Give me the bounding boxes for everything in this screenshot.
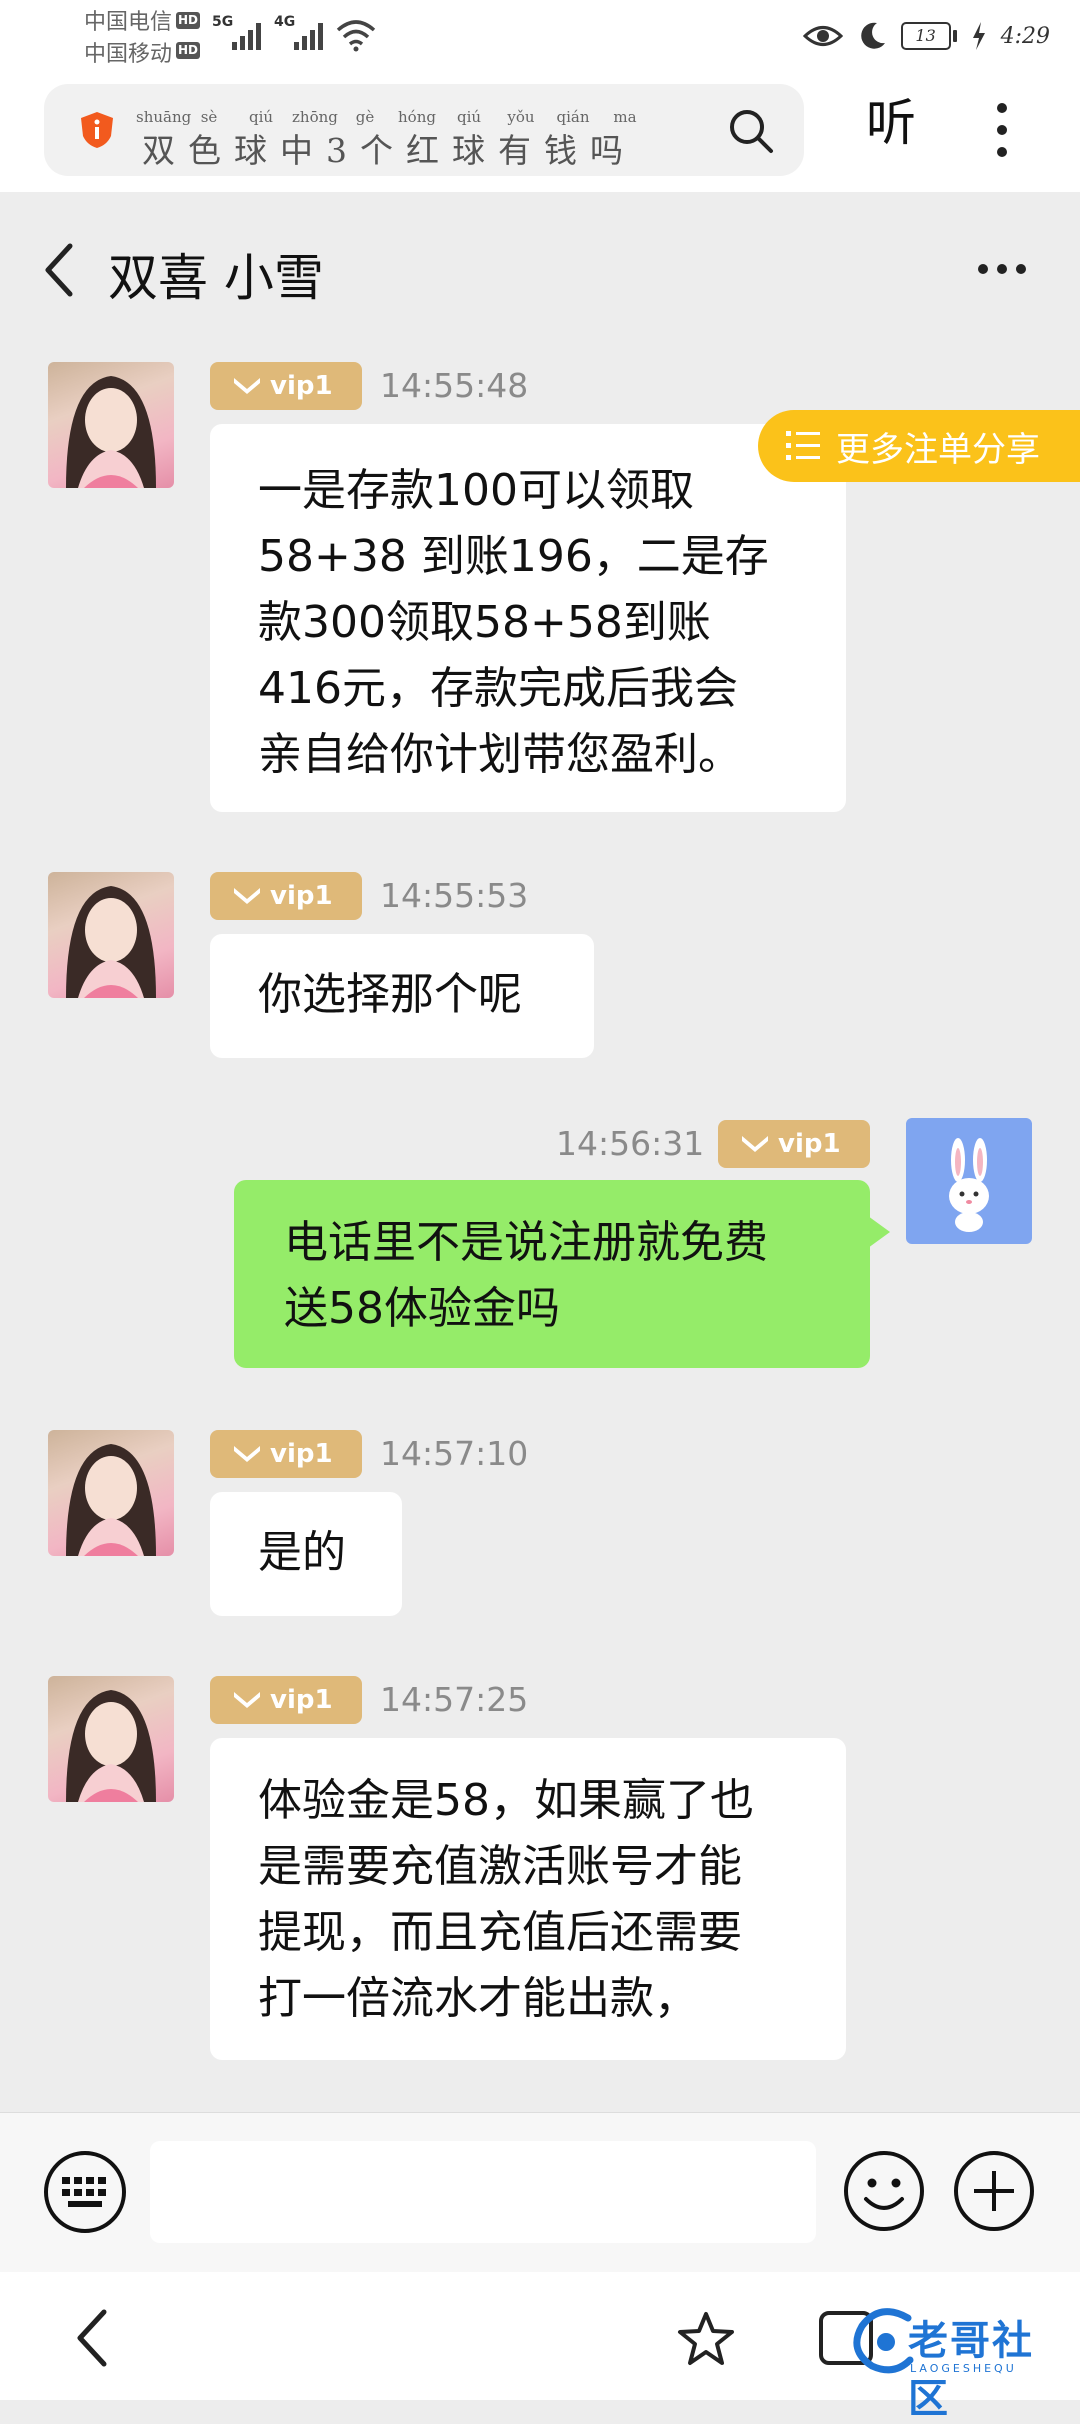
message-bubble-mine[interactable]: 电话里不是说注册就免费 送58体验金吗	[234, 1180, 890, 1368]
vip-crown-icon	[234, 378, 260, 394]
avatar-photo	[66, 1690, 156, 1802]
vip-badge: vip1	[210, 1430, 362, 1478]
avatar[interactable]	[906, 1118, 1032, 1244]
status-bar: 中国电信 中国移动 HD HD 5G 4G 13 4:29	[0, 0, 1080, 80]
search-icon[interactable]	[726, 106, 776, 156]
list-icon	[786, 431, 820, 460]
add-plus-icon[interactable]	[952, 2149, 1036, 2233]
message-time: 14:56:31	[556, 1124, 705, 1163]
battery-level: 13	[900, 22, 951, 50]
avatar-photo	[66, 376, 156, 488]
watermark-subtext: LAOGESHEQU	[910, 2362, 1017, 2375]
vip-crown-icon	[234, 1692, 260, 1708]
message-time: 14:55:48	[380, 366, 529, 405]
watermark-logo: 老哥社区 LAOGESHEQU	[850, 2300, 1070, 2422]
status-right: 13 4:29	[802, 18, 1050, 54]
bunny-avatar-icon	[949, 1138, 989, 1232]
bottom-navigation: 老哥社区 LAOGESHEQU	[0, 2272, 1080, 2422]
vip-crown-icon	[742, 1136, 768, 1152]
message-input[interactable]	[150, 2141, 816, 2243]
status-time: 4:29	[1000, 23, 1050, 49]
hd-badge-1: HD	[176, 12, 200, 29]
carrier-2: 中国移动	[84, 42, 173, 67]
network-type-1: 5G	[212, 14, 234, 30]
message-bubble[interactable]: 一是存款100可以领取 58+38 到账196，二是存 款300领取58+58到…	[210, 424, 846, 812]
message-time: 14:57:25	[380, 1680, 529, 1719]
keyboard-icon[interactable]	[42, 2149, 128, 2235]
vip-badge: vip1	[210, 362, 362, 410]
signal-icon-2	[294, 20, 323, 50]
avatar[interactable]	[48, 1676, 174, 1802]
battery-icon	[952, 30, 957, 42]
wifi-icon	[336, 20, 376, 52]
signal-icon-1	[232, 20, 261, 50]
carrier-1: 中国电信	[84, 10, 173, 35]
hd-badge-2: HD	[176, 42, 200, 59]
vip-crown-icon	[234, 888, 260, 904]
more-bets-share-label: 更多注单分享	[836, 429, 1040, 470]
charging-bolt-icon	[972, 22, 985, 50]
search-input[interactable]: shuāng sè qiú zhōng gè hóng qiú yǒu qián ma 双色球中3…	[44, 84, 804, 176]
message-input-bar	[0, 2112, 1080, 2273]
avatar-photo	[66, 1444, 156, 1556]
message-time: 14:57:10	[380, 1434, 529, 1473]
eye-icon	[802, 26, 843, 46]
more-vertical-icon[interactable]	[994, 102, 1010, 158]
more-horizontal-icon[interactable]	[976, 262, 1028, 276]
more-bets-share-button[interactable]: 更多注单分享	[758, 410, 1080, 482]
vip-badge: vip1	[210, 1676, 362, 1724]
network-type-2: 4G	[274, 14, 296, 30]
avatar[interactable]	[48, 1430, 174, 1556]
emoji-icon[interactable]	[842, 2149, 926, 2233]
shield-info-icon	[81, 112, 113, 148]
search-bar: shuāng sè qiú zhōng gè hóng qiú yǒu qián ma 双色球中3…	[0, 80, 1080, 192]
vip-crown-icon	[234, 1446, 260, 1462]
message-bubble[interactable]: 你选择那个呢	[210, 934, 594, 1058]
message-bubble[interactable]: 体验金是58，如果赢了也 是需要充值激活账号才能 提现，而且充值后还需要 打一倍…	[210, 1738, 846, 2060]
search-query: 双色球中3个红球有钱吗	[142, 131, 636, 170]
message-time: 14:55:53	[380, 876, 529, 915]
chat-header: 双喜 小雪	[0, 192, 1080, 350]
back-arrow-icon[interactable]	[42, 242, 76, 298]
listen-button[interactable]: 听	[866, 98, 916, 148]
avatar-photo	[66, 886, 156, 998]
vip-badge: vip1	[718, 1120, 870, 1168]
message-bubble[interactable]: 是的	[210, 1492, 402, 1616]
chat-title: 双喜 小雪	[108, 249, 324, 307]
star-icon[interactable]	[676, 2310, 736, 2368]
avatar[interactable]	[48, 872, 174, 998]
avatar[interactable]	[48, 362, 174, 488]
vip-badge: vip1	[210, 872, 362, 920]
nav-back-icon[interactable]	[74, 2308, 110, 2368]
moon-icon	[860, 22, 885, 49]
